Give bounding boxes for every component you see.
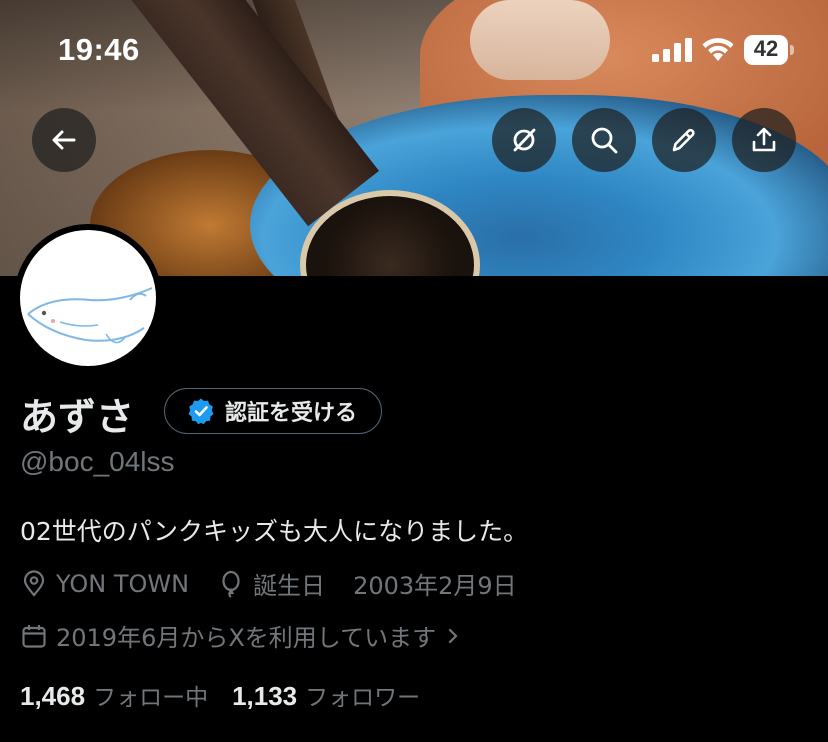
search-icon [591, 127, 618, 154]
birthday-label: 誕生日 [253, 572, 326, 600]
chevron-right-icon [448, 628, 458, 643]
arrow-left-icon [52, 130, 76, 150]
balloon-icon [222, 570, 240, 598]
calendar-icon [22, 624, 46, 648]
share-icon [752, 127, 776, 152]
profile-bio: 02世代のパンクキッズも大人になりました。 [20, 517, 529, 546]
birthday-item: 誕生日 2003年2月9日 [217, 566, 517, 601]
grok-button[interactable] [492, 108, 556, 172]
location-item: YON TOWN [20, 570, 189, 598]
following-count[interactable]: 1,468 [20, 681, 85, 712]
get-verified-button[interactable]: 認証を受ける [164, 388, 383, 434]
avatar-image [20, 230, 156, 366]
location-text: YON TOWN [56, 569, 190, 598]
joined-row[interactable]: 2019年6月からXを利用しています [20, 618, 490, 653]
get-verified-label: 認証を受ける [225, 401, 358, 426]
avatar[interactable] [14, 224, 162, 372]
share-button[interactable] [732, 108, 796, 172]
followers-count[interactable]: 1,133 [232, 681, 297, 712]
battery-cap [790, 45, 794, 55]
profile-name: あずさ [20, 395, 135, 439]
status-time: 19:46 [58, 32, 140, 67]
birthday-date: 2003年2月9日 [353, 572, 517, 600]
status-bar: 19:46 42 [0, 0, 828, 100]
location-pin-icon [23, 569, 45, 597]
edit-icon [672, 128, 695, 152]
grok-icon [513, 128, 536, 152]
fish-drawing-icon [27, 287, 153, 344]
profile-handle: @boc_04lss [20, 446, 175, 477]
wifi-icon [702, 38, 734, 61]
back-button[interactable] [32, 108, 96, 172]
profile-meta-row: YON TOWN 誕生日 2003年2月9日 [20, 566, 545, 601]
joined-text: 2019年6月からXを利用しています [56, 624, 437, 652]
search-button[interactable] [572, 108, 636, 172]
joined-item[interactable]: 2019年6月からXを利用しています [20, 618, 462, 653]
follow-stats: 1,468 フォロー中 1,133 フォロワー [20, 678, 444, 712]
battery-level: 42 [753, 36, 779, 61]
followers-label[interactable]: フォロワー [305, 678, 420, 712]
following-label[interactable]: フォロー中 [93, 678, 208, 712]
cellular-signal-icon [652, 38, 692, 62]
edit-button[interactable] [652, 108, 716, 172]
battery-icon: 42 [744, 35, 794, 65]
verified-badge-icon [188, 398, 214, 425]
